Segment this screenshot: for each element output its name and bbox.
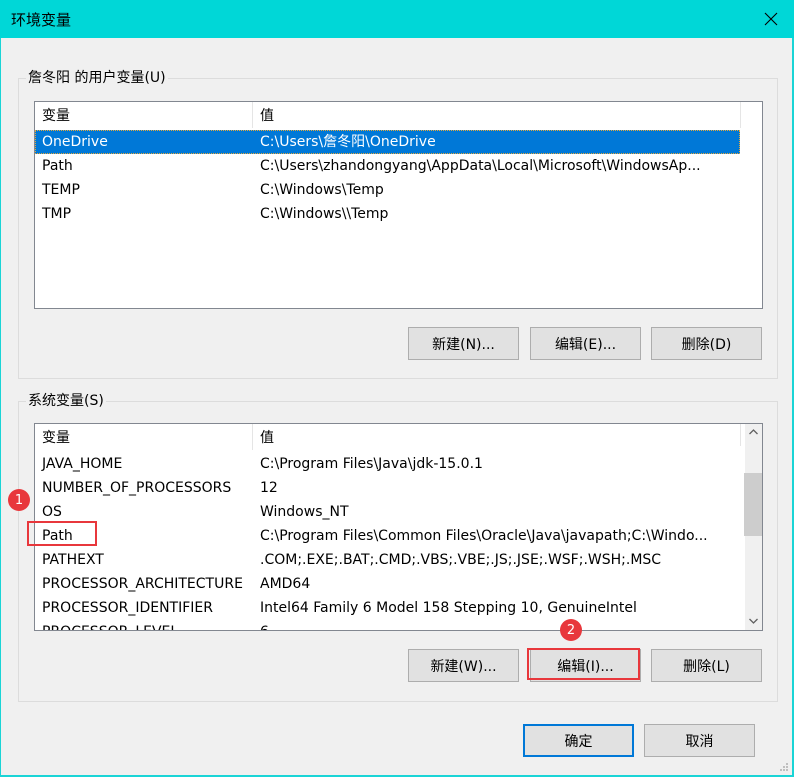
system-edit-button[interactable]: 编辑(I)... xyxy=(530,649,641,682)
column-separator[interactable] xyxy=(740,102,741,128)
variable-name: PROCESSOR_ARCHITECTURE xyxy=(42,576,243,592)
list-item[interactable]: TEMP C:\Windows\Temp xyxy=(35,178,762,202)
list-item[interactable]: PATHEXT .COM;.EXE;.BAT;.CMD;.VBS;.VBE;.JS… xyxy=(35,548,762,572)
user-variables-list[interactable]: 变量 值 OneDrive C:\Users\詹冬阳\OneDrive Path C:… xyxy=(34,101,763,309)
variable-name: PROCESSOR_LEVEL xyxy=(42,620,178,630)
column-separator[interactable] xyxy=(740,424,741,446)
ok-button[interactable]: 确定 xyxy=(523,724,634,757)
environment-variables-dialog: 环境变量 詹冬阳 的用户变量(U) 变量 值 OneDrive C:\Users\… xyxy=(0,0,794,777)
variable-name: NUMBER_OF_PROCESSORS xyxy=(42,480,232,496)
scroll-thumb[interactable] xyxy=(744,473,762,536)
user-new-button[interactable]: 新建(N)... xyxy=(408,327,519,360)
variable-value: Intel64 Family 6 Model 158 Stepping 10, … xyxy=(260,600,637,616)
variable-name: Path xyxy=(42,528,73,544)
variable-name: PATHEXT xyxy=(42,552,104,568)
close-button[interactable] xyxy=(748,0,794,38)
variable-value: Windows_NT xyxy=(260,504,349,520)
variable-name: OS xyxy=(42,504,62,520)
variable-value: AMD64 xyxy=(260,576,311,592)
variable-value: C:\Users\詹冬阳\OneDrive xyxy=(260,134,436,150)
resize-grip-icon[interactable] xyxy=(779,762,789,772)
scroll-down-button[interactable] xyxy=(745,613,762,630)
list-item[interactable]: Path C:\Users\zhandongyang\AppData\Local\… xyxy=(35,154,762,178)
variable-name: TMP xyxy=(42,206,72,222)
chevron-up-icon xyxy=(749,429,758,435)
variable-value: C:\Program Files\Java\jdk-15.0.1 xyxy=(260,456,483,472)
list-header: 变量 值 xyxy=(35,424,762,450)
annotation-badge-2: 2 xyxy=(560,619,582,641)
list-item[interactable]: TMP C:\Windows\\Temp xyxy=(35,202,762,226)
column-header-variable[interactable]: 变量 xyxy=(35,102,70,128)
list-item[interactable]: PROCESSOR_IDENTIFIER Intel64 Family 6 Mod… xyxy=(35,596,762,620)
scroll-up-button[interactable] xyxy=(745,424,762,441)
title-bar[interactable]: 环境变量 xyxy=(0,0,794,38)
variable-name: PROCESSOR_IDENTIFIER xyxy=(42,600,213,616)
system-variables-rows: JAVA_HOME C:\Program Files\Java\jdk-15.0.… xyxy=(35,452,762,630)
variable-value: 6 xyxy=(260,620,269,630)
vertical-scrollbar[interactable] xyxy=(744,424,762,630)
list-item[interactable]: Path C:\Program Files\Common Files\Oracle… xyxy=(35,524,762,548)
column-header-value[interactable]: 值 xyxy=(253,102,274,128)
list-header: 变量 值 xyxy=(35,102,762,128)
variable-name: OneDrive xyxy=(42,134,108,150)
list-item[interactable]: NUMBER_OF_PROCESSORS 12 xyxy=(35,476,762,500)
system-new-button[interactable]: 新建(W)... xyxy=(408,649,519,682)
variable-name: JAVA_HOME xyxy=(42,456,123,472)
variable-value: C:\Windows\\Temp xyxy=(260,206,389,222)
chevron-down-icon xyxy=(749,618,758,624)
variable-value: C:\Windows\Temp xyxy=(260,182,384,198)
user-variables-legend: 詹冬阳 的用户变量(U) xyxy=(26,69,168,87)
user-delete-button[interactable]: 删除(D) xyxy=(651,327,762,360)
variable-value: .COM;.EXE;.BAT;.CMD;.VBS;.VBE;.JS;.JSE;.… xyxy=(260,552,662,568)
variable-name: TEMP xyxy=(42,182,80,198)
list-item[interactable]: OS Windows_NT xyxy=(35,500,762,524)
variable-value: C:\Program Files\Common Files\Oracle\Jav… xyxy=(260,528,708,544)
column-header-value[interactable]: 值 xyxy=(253,424,274,450)
window-title: 环境变量 xyxy=(11,11,72,29)
close-icon xyxy=(764,12,778,26)
column-header-variable[interactable]: 变量 xyxy=(35,424,70,450)
user-variables-rows: OneDrive C:\Users\詹冬阳\OneDrive Path C:\User… xyxy=(35,130,762,226)
annotation-badge-1: 1 xyxy=(8,489,30,511)
variable-name: Path xyxy=(42,158,73,174)
list-item[interactable]: PROCESSOR_LEVEL 6 xyxy=(35,620,762,630)
system-variables-list[interactable]: 变量 值 JAVA_HOME C:\Program Files\Java\jdk-… xyxy=(34,423,763,631)
variable-value: C:\Users\zhandongyang\AppData\Local\Micr… xyxy=(260,158,701,174)
list-item[interactable]: PROCESSOR_ARCHITECTURE AMD64 xyxy=(35,572,762,596)
variable-value: 12 xyxy=(260,480,278,496)
system-variables-legend: 系统变量(S) xyxy=(26,392,106,410)
user-edit-button[interactable]: 编辑(E)... xyxy=(530,327,641,360)
list-item[interactable]: JAVA_HOME C:\Program Files\Java\jdk-15.0.… xyxy=(35,452,762,476)
list-item[interactable]: OneDrive C:\Users\詹冬阳\OneDrive xyxy=(35,130,740,154)
cancel-button[interactable]: 取消 xyxy=(644,724,755,757)
system-delete-button[interactable]: 删除(L) xyxy=(651,649,762,682)
